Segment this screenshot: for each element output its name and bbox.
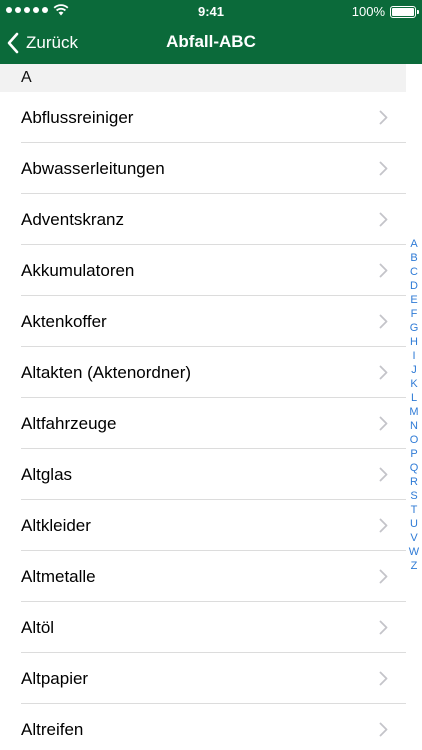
index-letter[interactable]: F: [411, 307, 418, 321]
index-letter[interactable]: Z: [411, 559, 418, 573]
list-item-label: Altglas: [21, 465, 73, 484]
list-item-label: Altreifen: [21, 720, 84, 739]
list-item-label: Abflussreiniger: [21, 108, 134, 127]
index-letter[interactable]: B: [410, 251, 417, 265]
list-item-label: Adventskranz: [21, 210, 124, 229]
list-item-label: Akkumulatoren: [21, 261, 135, 280]
index-letter[interactable]: U: [410, 517, 418, 531]
battery-percentage: 100%: [351, 4, 385, 19]
index-letter[interactable]: H: [410, 335, 418, 349]
list-item[interactable]: Altfahrzeuge: [0, 398, 406, 449]
index-letter[interactable]: P: [410, 447, 417, 461]
list-item-label: Altkleider: [21, 516, 91, 535]
list-item[interactable]: Adventskranz: [0, 194, 406, 245]
chevron-right-icon: [379, 110, 388, 125]
section-header: A: [0, 64, 406, 92]
index-letter[interactable]: V: [410, 531, 417, 545]
chevron-right-icon: [379, 467, 388, 482]
index-letter[interactable]: E: [410, 293, 417, 307]
index-letter[interactable]: D: [410, 279, 418, 293]
index-letter[interactable]: S: [410, 489, 417, 503]
index-letter[interactable]: J: [411, 363, 417, 377]
index-letter[interactable]: M: [409, 405, 418, 419]
index-letter[interactable]: C: [410, 265, 418, 279]
list-item[interactable]: Altglas: [0, 449, 406, 500]
index-letter[interactable]: N: [410, 419, 418, 433]
chevron-right-icon: [379, 365, 388, 380]
battery-icon: [390, 5, 419, 18]
list-item[interactable]: Altkleider: [0, 500, 406, 551]
list-item-label: Altakten (Aktenordner): [21, 363, 192, 382]
alphabet-index[interactable]: ABCDEFGHIJKLMNOPQRSTUVWZ: [407, 237, 421, 573]
battery-group: 100%: [351, 4, 419, 19]
list-item[interactable]: Altöl: [0, 602, 406, 653]
chevron-right-icon: [379, 263, 388, 278]
list-item-label: Aktenkoffer: [21, 312, 107, 331]
list-item[interactable]: Abflussreiniger: [0, 92, 406, 143]
navigation-header: 9:41 100% Zurück Abfall-ABC: [0, 0, 422, 64]
index-letter[interactable]: I: [412, 349, 415, 363]
list-item-label: Altmetalle: [21, 567, 96, 586]
list-item[interactable]: Akkumulatoren: [0, 245, 406, 296]
list-item-label: Altfahrzeuge: [21, 414, 117, 433]
index-letter[interactable]: L: [411, 391, 417, 405]
chevron-right-icon: [379, 722, 388, 737]
chevron-right-icon: [379, 161, 388, 176]
chevron-right-icon: [379, 518, 388, 533]
index-letter[interactable]: G: [410, 321, 419, 335]
index-letter[interactable]: K: [410, 377, 417, 391]
battery-level: [392, 7, 414, 16]
index-letter[interactable]: W: [409, 545, 419, 559]
chevron-right-icon: [379, 314, 388, 329]
index-letter[interactable]: R: [410, 475, 418, 489]
chevron-right-icon: [379, 620, 388, 635]
list-item-label: Abwasserleitungen: [21, 159, 165, 178]
waste-item-list: Abflussreiniger Abwasserleitungen Adventsk…: [0, 92, 406, 750]
chevron-right-icon: [379, 212, 388, 227]
list-item[interactable]: Altreifen: [0, 704, 406, 750]
list-item[interactable]: Altmetalle: [0, 551, 406, 602]
status-bar: 9:41 100%: [0, 0, 422, 22]
chevron-right-icon: [379, 569, 388, 584]
chevron-right-icon: [379, 416, 388, 431]
nav-bar: Zurück Abfall-ABC: [0, 22, 422, 64]
index-letter[interactable]: T: [411, 503, 418, 517]
page-title: Abfall-ABC: [166, 32, 256, 51]
index-letter[interactable]: Q: [410, 461, 419, 475]
list-item[interactable]: Altpapier: [0, 653, 406, 704]
list-item-label: Altpapier: [21, 669, 89, 688]
chevron-right-icon: [379, 671, 388, 686]
list-item-label: Altöl: [21, 618, 55, 637]
list-item[interactable]: Altakten (Aktenordner): [0, 347, 406, 398]
index-letter[interactable]: O: [410, 433, 419, 447]
list-item[interactable]: Abwasserleitungen: [0, 143, 406, 194]
index-letter[interactable]: A: [410, 237, 417, 251]
list-item[interactable]: Aktenkoffer: [0, 296, 406, 347]
